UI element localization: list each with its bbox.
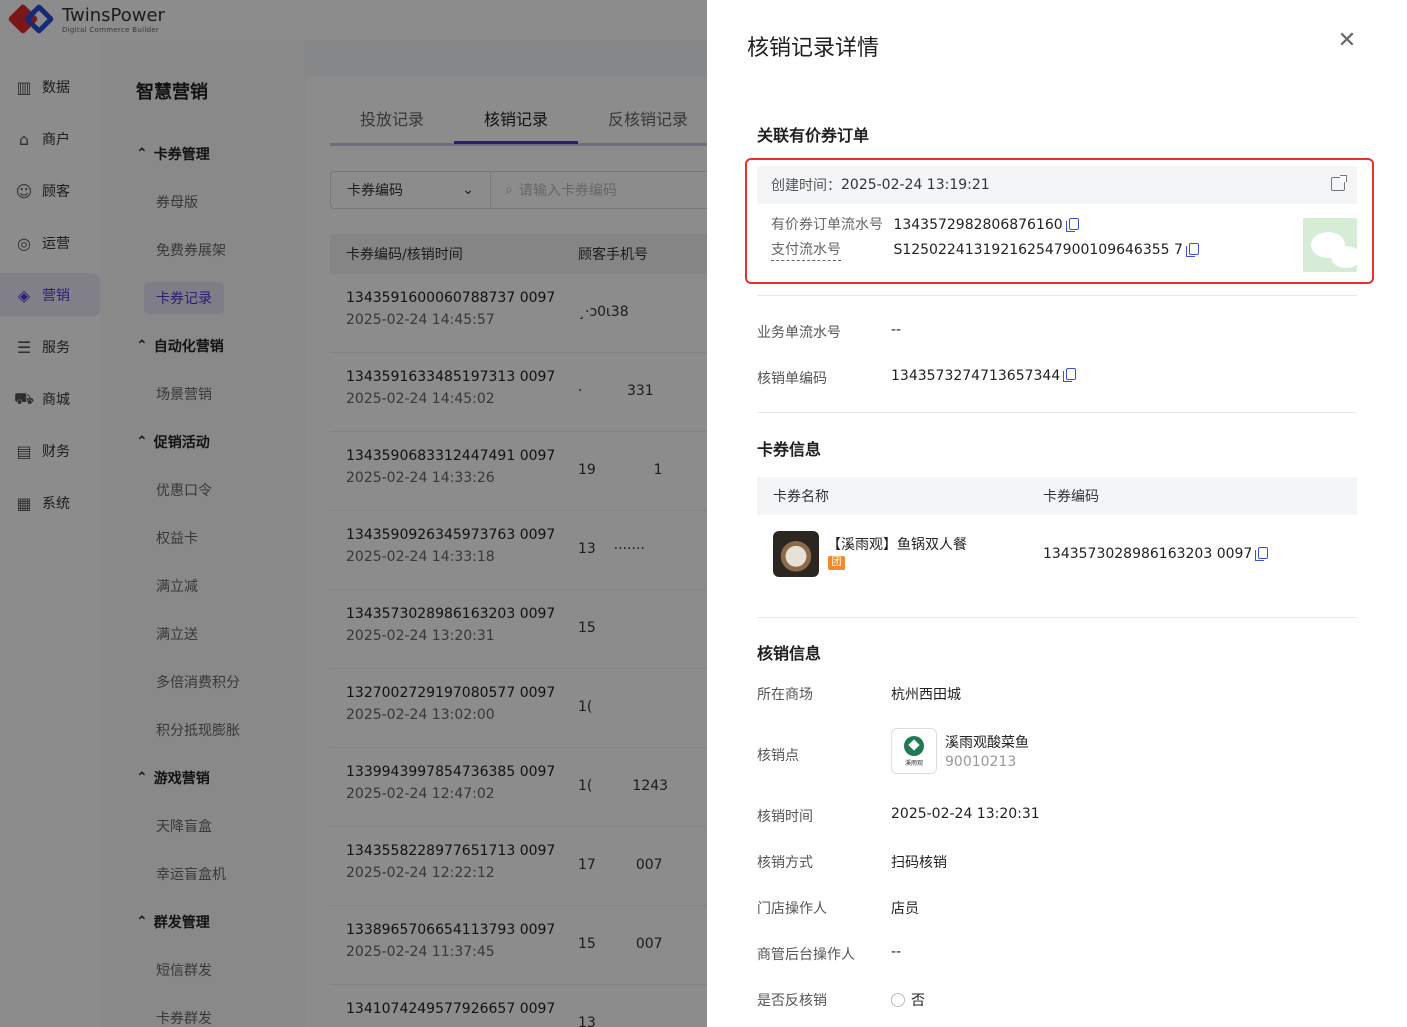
reverse-value: 否 <box>911 993 925 1009</box>
store-id: 90010213 <box>945 754 1017 770</box>
admin-operator-row: 商管后台操作人 -- <box>757 944 1357 964</box>
created-value: 2025-02-24 13:19:21 <box>841 177 990 193</box>
external-link-icon[interactable] <box>1331 175 1347 191</box>
divider <box>757 412 1357 413</box>
coupon-table-header: 卡券名称 卡券编码 <box>757 477 1357 515</box>
mall-value: 杭州西田城 <box>891 687 961 703</box>
reverse-label: 是否反核销 <box>757 993 827 1009</box>
order-section-title: 关联有价券订单 <box>757 126 870 145</box>
col-coupon-name: 卡券名称 <box>773 489 829 505</box>
admin-operator-value: -- <box>891 944 902 960</box>
coupon-name: 【溪雨观】鱼锅双人餐 <box>827 537 967 553</box>
time-row: 核销时间 2025-02-24 13:20:31 <box>757 806 1357 826</box>
detail-drawer: 核销记录详情 ✕ 关联有价券订单 创建时间： 2025-02-24 13:19:… <box>707 0 1407 1027</box>
copy-icon[interactable] <box>1065 218 1079 232</box>
mall-label: 所在商场 <box>757 687 813 703</box>
wechat-pay-icon <box>1303 218 1357 272</box>
close-icon[interactable]: ✕ <box>1335 30 1359 54</box>
order-card-header: 创建时间： 2025-02-24 13:19:21 <box>757 166 1357 204</box>
pay-no-value: S125022413192162547900109646355 7 <box>893 242 1183 258</box>
order-no-row: 有价券订单流水号 1343572982806876160 <box>771 214 1079 234</box>
store-operator-label: 门店操作人 <box>757 901 827 917</box>
divider <box>757 295 1357 296</box>
store-operator-value: 店员 <box>891 901 919 917</box>
coupon-thumbnail <box>773 531 819 577</box>
order-no-label: 有价券订单流水号 <box>771 217 883 233</box>
copy-icon[interactable] <box>1063 368 1077 382</box>
store-logo: 溪雨观 <box>891 728 937 774</box>
group-buy-badge: 团 <box>828 556 845 570</box>
writeoff-no-label: 核销单编码 <box>757 371 827 387</box>
drawer-overlay-mask[interactable] <box>0 0 707 1027</box>
method-label: 核销方式 <box>757 855 813 871</box>
mall-row: 所在商场 杭州西田城 <box>757 684 1357 704</box>
writeoff-section-title: 核销信息 <box>757 644 822 663</box>
time-label: 核销时间 <box>757 809 813 825</box>
method-row: 核销方式 扫码核销 <box>757 852 1357 872</box>
drawer-title: 核销记录详情 <box>747 36 880 61</box>
pay-no-label: 支付流水号 <box>771 242 841 261</box>
coupon-code-value: 1343573028986163203 0097 <box>1043 546 1253 562</box>
coupon-section-title: 卡券信息 <box>757 440 822 459</box>
coupon-code-row: 1343573028986163203 0097 <box>1043 546 1269 562</box>
col-coupon-code: 卡券编码 <box>1043 489 1099 505</box>
store-operator-row: 门店操作人 店员 <box>757 898 1357 918</box>
created-label: 创建时间： <box>771 178 841 194</box>
order-no-value: 1343572982806876160 <box>893 217 1063 233</box>
biz-no-value: -- <box>891 322 902 338</box>
order-card-highlight: 创建时间： 2025-02-24 13:19:21 有价券订单流水号 13435… <box>745 158 1374 284</box>
time-value: 2025-02-24 13:20:31 <box>891 806 1040 822</box>
copy-icon[interactable] <box>1185 243 1199 257</box>
store-name: 溪雨观酸菜鱼 <box>945 735 1029 751</box>
radio-icon <box>891 993 905 1007</box>
writeoff-no-row: 核销单编码 1343573274713657344 <box>757 368 1357 388</box>
divider <box>757 617 1357 618</box>
writeoff-no-value: 1343573274713657344 <box>891 368 1061 384</box>
copy-icon[interactable] <box>1255 547 1269 561</box>
method-value: 扫码核销 <box>891 855 947 871</box>
point-row: 核销点 <box>757 745 1357 765</box>
pay-no-row: 支付流水号 S125022413192162547900109646355 7 <box>771 239 1199 261</box>
point-label: 核销点 <box>757 748 799 764</box>
admin-operator-label: 商管后台操作人 <box>757 947 855 963</box>
biz-no-row: 业务单流水号 -- <box>757 322 1357 342</box>
store-logo-text: 溪雨观 <box>904 759 923 767</box>
biz-no-label: 业务单流水号 <box>757 325 841 341</box>
reverse-row: 是否反核销 否 <box>757 990 1357 1010</box>
